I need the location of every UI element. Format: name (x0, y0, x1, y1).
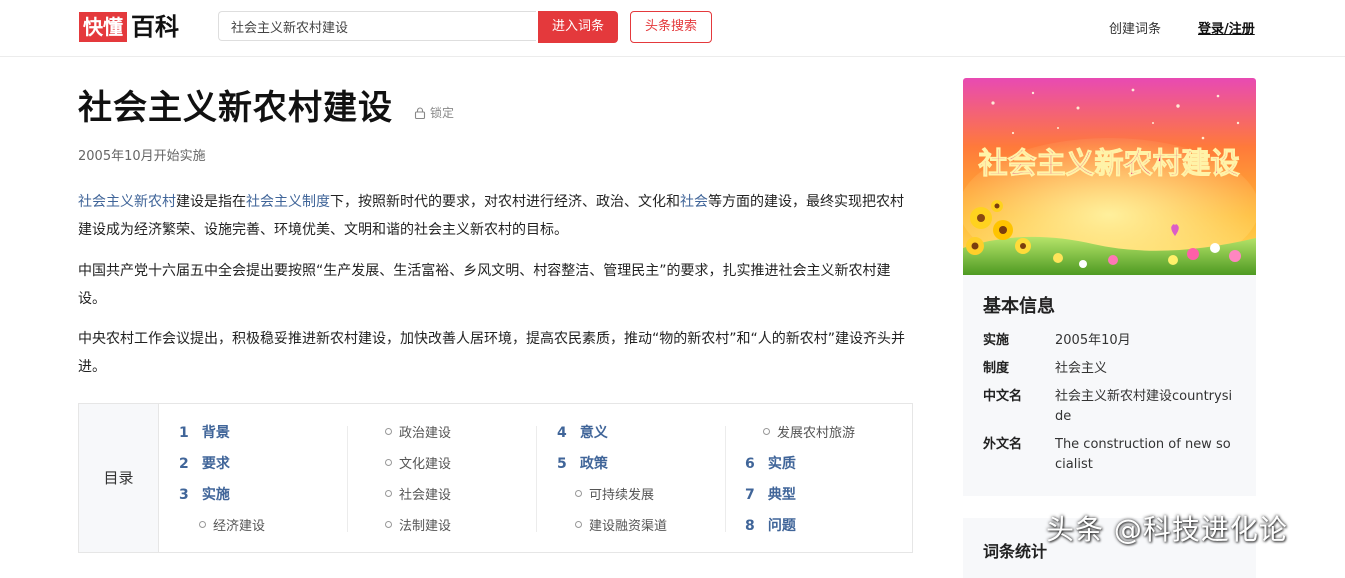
toc-column-3: 4 意义 5 政策 可持续发展 建设融资渠道 (557, 418, 667, 542)
entry-subtitle: 2005年10月开始实施 (78, 149, 206, 164)
body-paragraph-3: 中央农村工作会议提出，积极稳妥推进新农村建设，加快改善人居环境，提高农民素质，推… (78, 331, 906, 375)
toc-subitem-legal[interactable]: 法制建设 (385, 511, 451, 542)
toc-subitem-social[interactable]: 社会建设 (385, 480, 451, 511)
cover-caption: 社会主义新农村建设 (978, 146, 1239, 180)
info-key: 外文名 (983, 437, 1023, 452)
toc-subitem-economic[interactable]: 经济建设 (179, 511, 265, 542)
toc-column-4: 发展农村旅游 6 实质 7 典型 8 问题 (745, 418, 855, 542)
logo-black-part: 百科 (131, 13, 179, 41)
toc-item-background[interactable]: 1 背景 (179, 418, 265, 449)
toc-item-problems[interactable]: 8 问题 (745, 511, 855, 542)
info-value: 2005年10月 (1055, 333, 1131, 348)
info-row-implementation: 实施 2005年10月 (983, 331, 1236, 351)
info-key: 制度 (983, 361, 1010, 376)
toc-label: 目录 (79, 404, 159, 552)
info-row-foreign-name: 外文名 The construction of new socialist (983, 435, 1236, 475)
toc-divider (347, 426, 348, 532)
toutiao-search-button[interactable]: 头条搜索 (630, 11, 712, 43)
toc-item-requirements[interactable]: 2 要求 (179, 449, 265, 480)
info-key: 实施 (983, 333, 1010, 348)
enter-entry-button[interactable]: 进入词条 (538, 11, 618, 43)
table-of-contents: 目录 1 背景 2 要求 3 实施 经济建设 政治建设 文化建设 社会建设 法制… (78, 403, 913, 553)
toc-divider (536, 426, 537, 532)
logo-red-part: 快懂 (79, 12, 127, 42)
lock-indicator: 锁定 (414, 104, 454, 121)
toc-divider (725, 426, 726, 532)
toc-column-1: 1 背景 2 要求 3 实施 经济建设 (179, 418, 265, 542)
create-entry-link[interactable]: 创建词条 (1109, 18, 1161, 37)
toc-item-significance[interactable]: 4 意义 (557, 418, 667, 449)
info-row-system: 制度 社会主义 (983, 359, 1236, 379)
para-text: 建设是指在 (176, 194, 246, 210)
info-value: 社会主义新农村建设countryside (1055, 389, 1233, 424)
page-title: 社会主义新农村建设 (78, 88, 393, 128)
toc-subitem-political[interactable]: 政治建设 (385, 418, 451, 449)
cover-illustration: 社会主义新农村建设 (963, 78, 1256, 275)
entry-cover-image[interactable]: 社会主义新农村建设 (963, 78, 1256, 275)
bullet-icon (385, 521, 392, 528)
link-socialist-system[interactable]: 社会主义制度 (246, 194, 330, 210)
body-paragraph-2: 中国共产党十六届五中全会提出要按照“生产发展、生活富裕、乡风文明、村容整洁、管理… (78, 263, 891, 307)
info-value: The construction of new socialist (1055, 437, 1231, 472)
info-value: 社会主义 (1055, 361, 1108, 376)
login-register-link[interactable]: 登录/注册 (1198, 18, 1255, 37)
link-society[interactable]: 社会 (680, 194, 708, 210)
info-row-chinese-name: 中文名 社会主义新农村建设countryside (983, 387, 1236, 427)
top-bar: 快懂 百科 进入词条 头条搜索 创建词条 登录/注册 (0, 0, 1345, 57)
toc-item-implementation[interactable]: 3 实施 (179, 480, 265, 511)
info-key: 中文名 (983, 389, 1023, 404)
toc-column-2: 政治建设 文化建设 社会建设 法制建设 (385, 418, 451, 542)
toc-item-typical[interactable]: 7 典型 (745, 480, 855, 511)
bullet-icon (575, 490, 582, 497)
bullet-icon (199, 521, 206, 528)
basic-info-card: 基本信息 实施 2005年10月 制度 社会主义 中文名 社会主义新农村建设co… (963, 275, 1256, 496)
bullet-icon (575, 521, 582, 528)
lock-icon (414, 106, 426, 119)
watermark: 头条 @科技进化论 (1046, 513, 1288, 546)
bullet-icon (385, 459, 392, 466)
toc-item-essence[interactable]: 6 实质 (745, 449, 855, 480)
toc-item-policy[interactable]: 5 政策 (557, 449, 667, 480)
toc-subitem-tourism[interactable]: 发展农村旅游 (745, 418, 855, 449)
link-socialist-new-countryside[interactable]: 社会主义新农村 (78, 194, 176, 210)
bullet-icon (385, 490, 392, 497)
toc-subitem-sustainable[interactable]: 可持续发展 (557, 480, 667, 511)
lock-label: 锁定 (430, 106, 455, 120)
toc-subitem-cultural[interactable]: 文化建设 (385, 449, 451, 480)
toc-subitem-financing[interactable]: 建设融资渠道 (557, 511, 667, 542)
search-input[interactable] (218, 11, 536, 41)
intro-paragraph: 社会主义新农村建设是指在社会主义制度下，按照新时代的要求，对农村进行经济、政治、… (78, 188, 914, 244)
basic-info-title: 基本信息 (983, 296, 1055, 317)
bullet-icon (763, 428, 770, 435)
site-logo[interactable]: 快懂 百科 (79, 11, 179, 43)
para-text: 下，按照新时代的要求，对农村进行经济、政治、文化和 (330, 194, 680, 210)
bullet-icon (385, 428, 392, 435)
